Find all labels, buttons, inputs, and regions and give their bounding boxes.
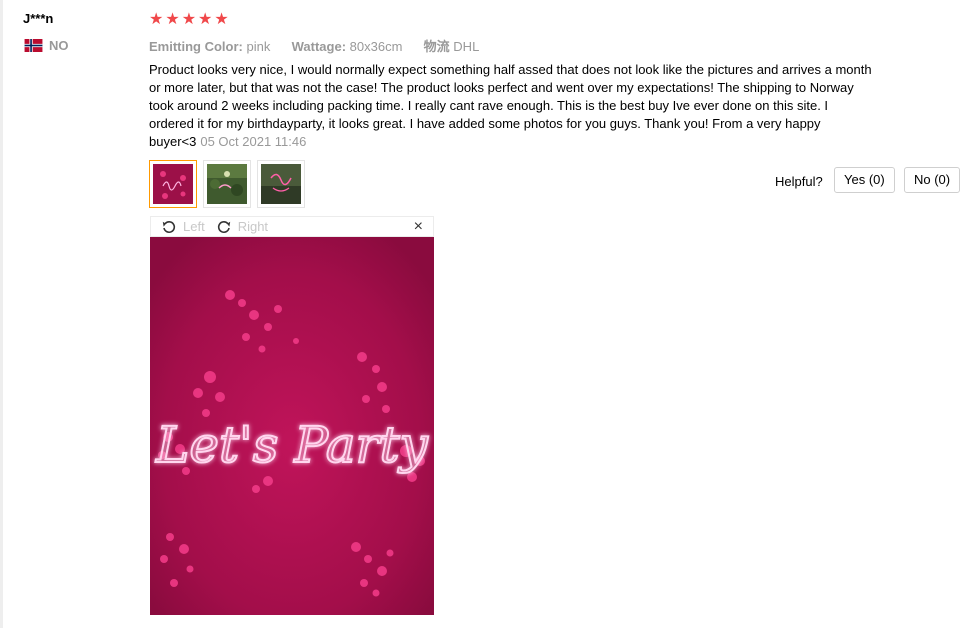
- attr-value-shipping: DHL: [453, 39, 480, 54]
- neon-wall-photo: [261, 164, 301, 204]
- photo-thumbnail-2[interactable]: [203, 160, 251, 208]
- country-code: NO: [49, 38, 69, 53]
- review-body: Product looks very nice, I would normall…: [149, 61, 873, 151]
- product-attributes: Emitting Color: pink Wattage: 80x36cm 物流…: [149, 36, 479, 55]
- rotate-right-label: Right: [237, 219, 269, 234]
- attr-value-color: pink: [246, 39, 271, 54]
- helpful-label: Helpful?: [775, 174, 823, 189]
- review-photo-large: Let's Party: [150, 237, 434, 615]
- helpful-no-button[interactable]: No (0): [904, 167, 961, 193]
- close-icon[interactable]: ×: [414, 218, 423, 235]
- neon-sign-text: Let's Party: [155, 416, 428, 474]
- rotate-left-icon: [162, 220, 176, 233]
- star-icon: ★: [198, 11, 213, 28]
- star-icon: ★: [181, 11, 197, 28]
- attr-value-wattage: 80x36cm: [349, 39, 403, 54]
- rotate-right-button[interactable]: Right: [216, 219, 268, 235]
- garden-party-photo: [207, 164, 247, 204]
- reviewer-country: NO: [24, 38, 69, 53]
- attr-label-wattage: Wattage:: [291, 39, 347, 54]
- attr-label-color: Emitting Color:: [149, 39, 243, 54]
- star-icon: ★: [149, 11, 164, 28]
- image-viewer-toolbar: Left Right ×: [150, 216, 434, 237]
- star-rating: ★ ★ ★ ★ ★: [149, 11, 229, 29]
- attr-label-shipping: 物流: [423, 39, 450, 54]
- left-divider: [0, 0, 3, 628]
- photo-thumbnail-1[interactable]: [149, 160, 197, 208]
- neon-sign-photo: [153, 164, 193, 204]
- rotate-right-icon: [217, 220, 230, 233]
- review-photo-thumbnails: [149, 160, 305, 208]
- norway-flag-icon: [24, 39, 43, 52]
- photo-thumbnail-3[interactable]: [257, 160, 305, 208]
- star-icon: ★: [165, 11, 180, 28]
- rotate-left-button[interactable]: Left: [161, 219, 205, 235]
- rotate-left-label: Left: [183, 219, 205, 234]
- helpful-yes-button[interactable]: Yes (0): [834, 167, 895, 193]
- review-date: 05 Oct 2021 11:46: [200, 134, 307, 149]
- reviewer-name: J***n: [23, 11, 54, 26]
- star-icon: ★: [214, 11, 229, 28]
